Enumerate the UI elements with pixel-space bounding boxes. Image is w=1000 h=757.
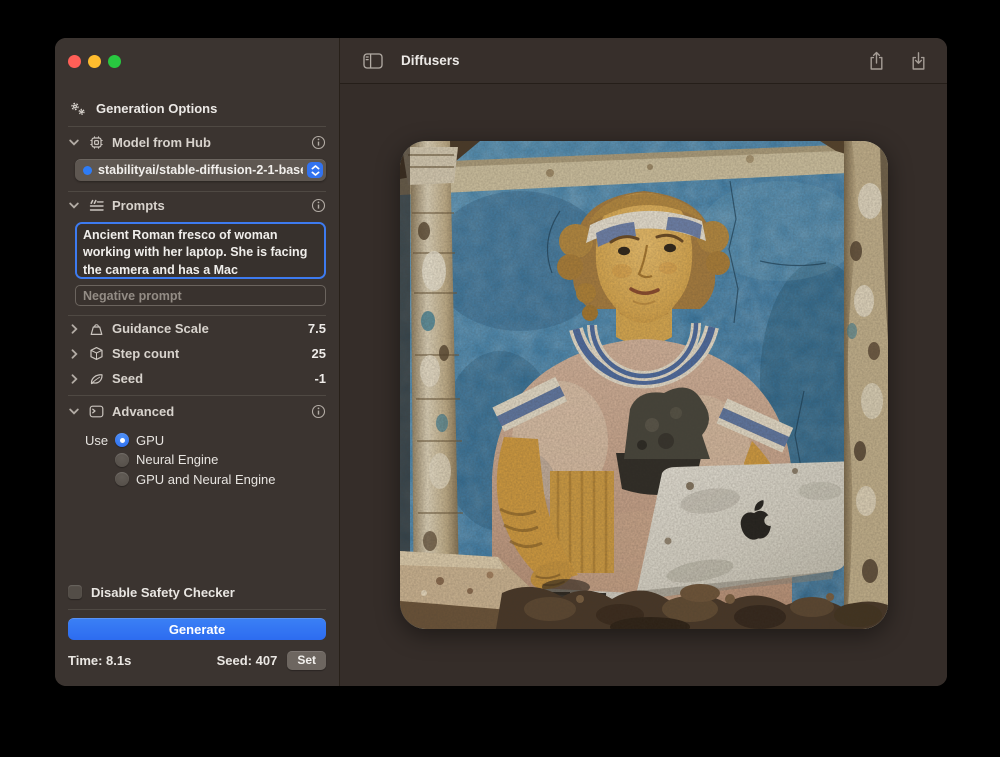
time-status: Time: 8.1s (68, 653, 131, 668)
window-controls (68, 54, 326, 68)
radio-neural-engine[interactable] (115, 453, 129, 467)
model-section-header[interactable]: Model from Hub (68, 127, 326, 157)
share-icon[interactable] (868, 51, 885, 71)
chevron-down-icon (68, 408, 80, 415)
fullscreen-window-button[interactable] (108, 55, 121, 68)
radio-label: GPU (136, 433, 164, 448)
app-title: Diffusers (401, 53, 460, 68)
generate-button[interactable]: Generate (68, 618, 326, 640)
select-stepper-icon (307, 162, 323, 178)
leaf-icon (88, 372, 104, 386)
minimize-window-button[interactable] (88, 55, 101, 68)
info-icon[interactable] (311, 198, 326, 213)
chevron-right-icon (68, 374, 80, 384)
canvas-area (340, 84, 947, 686)
app-window: Generation Options Model from Hub stabil… (55, 38, 947, 686)
param-label: Step count (112, 346, 179, 361)
safety-checker-label: Disable Safety Checker (91, 585, 235, 600)
set-seed-button[interactable]: Set (287, 651, 326, 670)
fresco-illustration (400, 141, 888, 629)
chevron-right-icon (68, 324, 80, 334)
sidebar-title: Generation Options (96, 101, 217, 116)
seed-status: Seed: 407 (217, 653, 278, 668)
sidebar-toggle-icon[interactable] (363, 53, 383, 69)
model-section-label: Model from Hub (112, 135, 211, 150)
compute-unit-row-gpu-and-neural-engine: GPU and Neural Engine (68, 470, 326, 490)
sidebar-spacer (68, 489, 326, 582)
disable-safety-checker-checkbox[interactable] (68, 585, 82, 599)
param-value: -1 (314, 371, 326, 386)
download-icon[interactable] (910, 51, 927, 71)
prompt-input[interactable]: Ancient Roman fresco of woman working wi… (75, 222, 326, 279)
chevron-down-icon (68, 202, 80, 209)
gears-icon (68, 100, 87, 117)
model-select-value: stabilityai/stable-diffusion-2-1-base (98, 163, 303, 177)
prompts-section-header[interactable]: Prompts (68, 192, 326, 218)
compute-unit-row-gpu: Use GPU (68, 430, 326, 450)
prompts-section-label: Prompts (112, 198, 165, 213)
info-icon[interactable] (311, 135, 326, 150)
main-panel: Diffusers (340, 38, 947, 686)
param-value: 25 (312, 346, 326, 361)
model-select[interactable]: stabilityai/stable-diffusion-2-1-base (75, 159, 326, 181)
radio-label: Neural Engine (136, 452, 218, 467)
compute-unit-row-neural-engine: Neural Engine (68, 450, 326, 470)
negative-prompt-input[interactable] (75, 285, 326, 306)
model-status-dot (83, 166, 92, 175)
sidebar: Generation Options Model from Hub stabil… (55, 38, 340, 686)
param-label: Seed (112, 371, 143, 386)
param-value: 7.5 (308, 321, 326, 336)
titlebar: Diffusers (340, 38, 947, 84)
radio-gpu-and-neural-engine[interactable] (115, 472, 129, 486)
seed-row[interactable]: Seed -1 (68, 366, 326, 391)
safety-checker-row: Disable Safety Checker (68, 582, 326, 602)
generated-image (400, 141, 888, 629)
status-footer: Time: 8.1s Seed: 407 Set (68, 650, 326, 670)
scale-mass-icon (88, 322, 104, 336)
info-icon[interactable] (311, 404, 326, 419)
divider (68, 609, 326, 610)
terminal-icon (88, 405, 104, 418)
guidance-scale-row[interactable]: Guidance Scale 7.5 (68, 316, 326, 341)
radio-gpu[interactable] (115, 433, 129, 447)
close-window-button[interactable] (68, 55, 81, 68)
chevron-right-icon (68, 349, 80, 359)
use-label: Use (85, 433, 109, 448)
advanced-section-header[interactable]: Advanced (68, 396, 326, 426)
cpu-icon (88, 135, 104, 150)
param-label: Guidance Scale (112, 321, 209, 336)
text-quote-icon (88, 199, 104, 212)
radio-label: GPU and Neural Engine (136, 472, 275, 487)
advanced-section-label: Advanced (112, 404, 174, 419)
sidebar-header: Generation Options (68, 98, 326, 118)
cube-icon (88, 346, 104, 361)
chevron-down-icon (68, 139, 80, 146)
step-count-row[interactable]: Step count 25 (68, 341, 326, 366)
